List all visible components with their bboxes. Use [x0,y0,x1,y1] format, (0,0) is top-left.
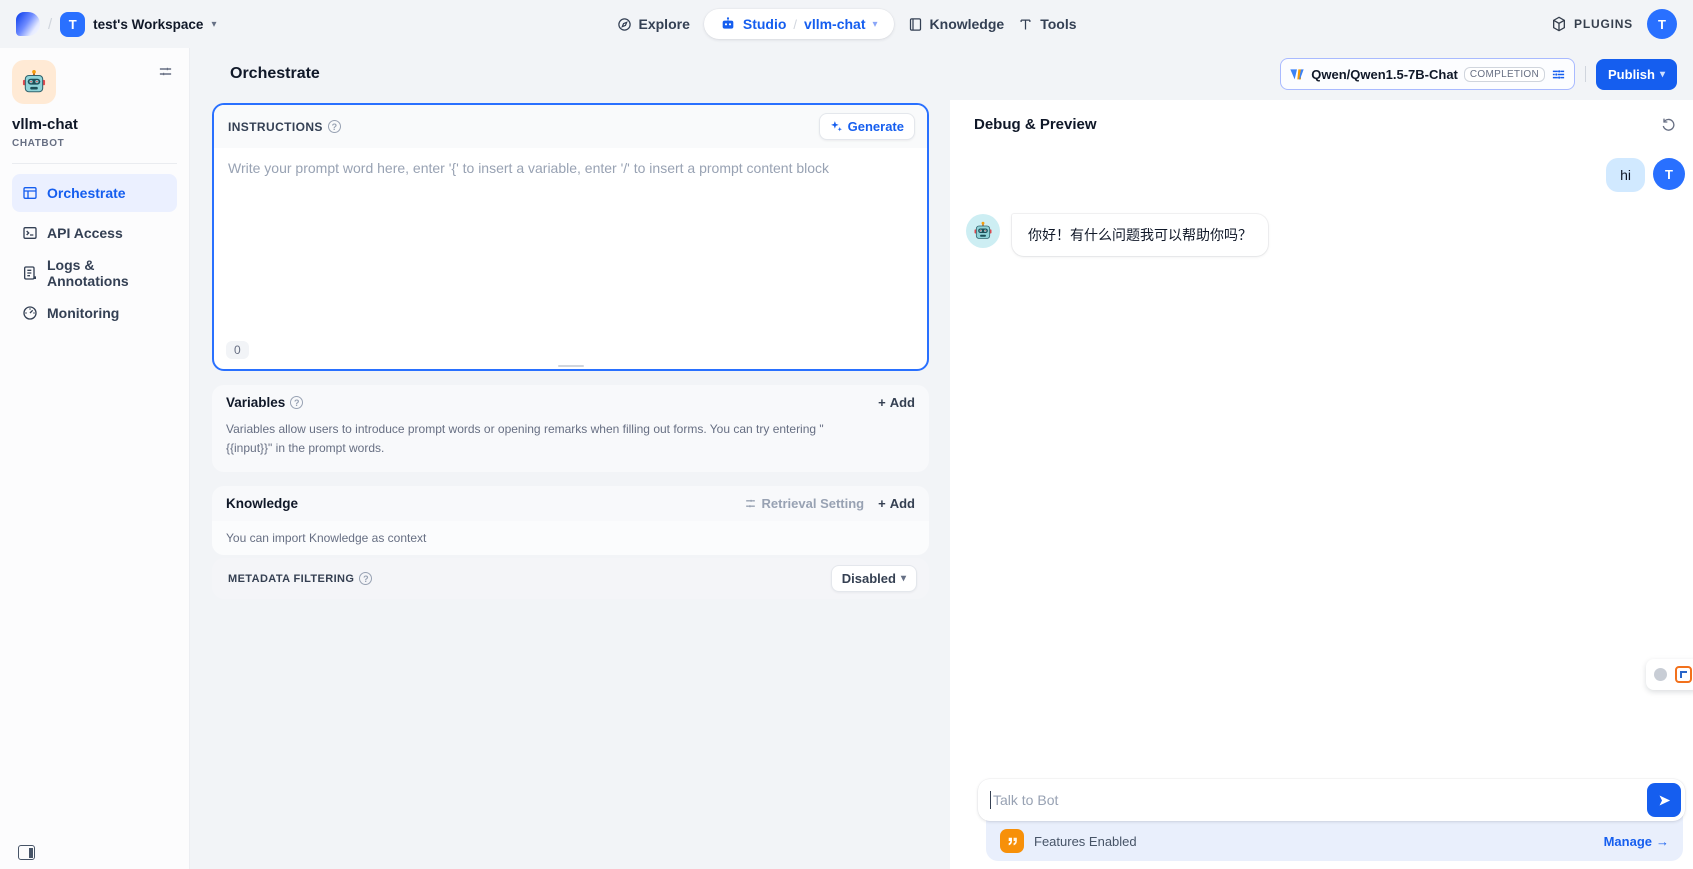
book-icon [908,17,923,32]
nav-tools[interactable]: Tools [1018,16,1076,32]
robot-emoji-icon [973,221,993,241]
assistant-message-bubble: 你好！有什么问题我可以帮助你吗？ [1012,214,1268,256]
terminal-icon [22,225,38,241]
widget-dot-icon [1654,668,1667,681]
metadata-filtering-row: METADATA FILTERING ? Disabled ▾ [212,558,929,599]
bot-avatar [966,214,1000,248]
resize-handle[interactable] [558,365,584,368]
model-mode-badge: COMPLETION [1464,67,1545,82]
divider [12,163,177,164]
user-avatar[interactable]: T [1647,9,1677,39]
char-count-badge: 0 [226,341,249,359]
breadcrumb-slash: / [48,16,52,33]
variables-title: Variables [226,395,285,410]
logs-icon [22,265,38,281]
gauge-icon [22,305,38,321]
help-icon[interactable]: ? [328,120,341,133]
widget-extension-icon[interactable] [1675,666,1692,683]
dify-logo[interactable] [16,12,40,36]
feature-icon [1000,829,1024,853]
features-bar: Features Enabled Manage → [986,815,1683,861]
send-icon [1657,793,1672,808]
instructions-title: INSTRUCTIONS [228,120,323,134]
user-avatar: T [1653,158,1685,190]
send-button[interactable] [1647,783,1681,817]
vllm-logo-icon [1289,66,1305,82]
explore-icon [617,17,632,32]
knowledge-description: You can import Knowledge as context [212,521,929,555]
help-icon[interactable]: ? [359,572,372,585]
variables-card: Variables ? + Add Variables allow users … [212,385,929,472]
prompt-placeholder: Write your prompt word here, enter '{' t… [228,160,829,176]
help-icon[interactable]: ? [290,396,303,409]
studio-app-crumb: vllm-chat [804,16,865,32]
orchestrate-icon [22,185,38,201]
app-icon[interactable] [12,60,56,104]
metadata-filtering-title: METADATA FILTERING [228,573,354,585]
text-caret [990,791,991,809]
robot-icon [720,16,736,32]
package-icon [1551,16,1567,32]
app-type-badge: CHATBOT [12,138,177,149]
generate-button[interactable]: Generate [819,113,915,140]
chat-message-list: hi T [950,144,1693,779]
model-name: Qwen/Qwen1.5-7B-Chat [1311,67,1458,82]
main-toolbar: Orchestrate Qwen/Qwen1.5-7B-Chat COMPLET… [190,48,1693,100]
knowledge-card: Knowledge Retrieval Setting [212,486,929,555]
nav-knowledge[interactable]: Knowledge [908,16,1005,32]
sidebar-item-api-access[interactable]: API Access [12,214,177,252]
app-settings-icon[interactable] [154,60,177,83]
workspace-tile[interactable]: T [60,12,85,37]
publish-button[interactable]: Publish ▾ [1596,59,1677,90]
plus-icon: + [878,496,886,511]
top-header: / T test's Workspace ▾ Explore Studio / [0,0,1693,48]
collapse-sidebar-icon[interactable] [18,845,35,860]
retrieval-icon [744,497,757,510]
restart-conversation-icon[interactable] [1659,114,1679,134]
app-name: vllm-chat [12,116,177,133]
sidebar-item-monitoring[interactable]: Monitoring [12,294,177,332]
metadata-filtering-select[interactable]: Disabled ▾ [831,565,917,592]
instructions-panel: INSTRUCTIONS ? Generate [212,103,929,371]
plus-icon: + [878,395,886,410]
nav-studio[interactable]: Studio / vllm-chat ▾ [704,9,894,39]
add-variable-button[interactable]: + Add [878,395,915,410]
floating-extension-widget[interactable] [1646,659,1693,690]
model-params-icon[interactable] [1551,67,1566,82]
chevron-down-icon[interactable]: ▾ [873,19,878,30]
app-sidebar: vllm-chat CHATBOT Orchestrate API Access [0,48,190,869]
sparkles-icon [830,120,843,133]
plugins-button[interactable]: PLUGINS [1551,16,1633,32]
debug-preview-title: Debug & Preview [974,116,1097,133]
chat-input-placeholder: Talk to Bot [993,792,1647,808]
user-message-bubble: hi [1606,158,1645,192]
page-title: Orchestrate [230,65,320,83]
hammer-icon [1018,17,1033,32]
retrieval-setting-button[interactable]: Retrieval Setting [744,496,865,511]
features-enabled-label: Features Enabled [1034,834,1137,849]
debug-preview-panel: Debug & Preview hi T [950,100,1693,869]
nav-explore[interactable]: Explore [617,16,690,32]
arrow-right-icon: → [1656,834,1669,849]
workspace-name[interactable]: test's Workspace [93,17,203,32]
model-selector[interactable]: Qwen/Qwen1.5-7B-Chat COMPLETION [1280,58,1575,90]
chat-input-zone: Talk to Bot [950,779,1693,869]
orchestrate-config-column: INSTRUCTIONS ? Generate [190,100,950,869]
knowledge-title: Knowledge [226,496,298,511]
chevron-down-icon: ▾ [901,573,906,584]
manage-features-link[interactable]: Manage → [1604,834,1669,849]
robot-emoji-icon [21,69,47,95]
chat-message-user: hi T [966,158,1685,192]
chevron-down-icon[interactable]: ▾ [211,19,216,30]
divider [1585,66,1586,82]
add-knowledge-button[interactable]: + Add [878,496,915,511]
variables-description: Variables allow users to introduce promp… [212,420,852,472]
sidebar-item-orchestrate[interactable]: Orchestrate [12,174,177,212]
chevron-down-icon: ▾ [1660,69,1665,80]
chat-input[interactable]: Talk to Bot [978,779,1685,821]
chat-message-assistant: 你好！有什么问题我可以帮助你吗？ [966,214,1685,256]
sidebar-item-logs-annotations[interactable]: Logs & Annotations [12,254,177,292]
prompt-editor[interactable]: Write your prompt word here, enter '{' t… [214,148,927,369]
